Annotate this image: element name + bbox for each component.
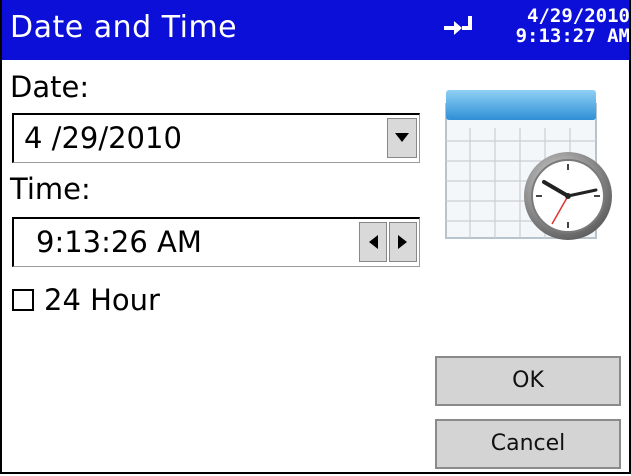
time-value: 9:13:26 AM — [36, 225, 202, 259]
time-increment-button[interactable] — [389, 222, 417, 262]
arrow-left-icon — [369, 235, 378, 249]
time-decrement-button[interactable] — [359, 222, 387, 262]
time-label: Time: — [10, 172, 91, 206]
date-time-window: Date and Time 4/29/2010 9:13:27 AM Date:… — [0, 0, 631, 474]
system-clock[interactable]: 4/29/2010 9:13:27 AM — [480, 5, 630, 47]
hour24-checkbox[interactable] — [12, 289, 34, 311]
date-label: Date: — [10, 70, 90, 104]
hour24-label: 24 Hour — [44, 283, 160, 317]
title-bar: Date and Time 4/29/2010 9:13:27 AM — [2, 0, 629, 60]
chevron-down-icon — [395, 133, 409, 142]
connection-arrow-icon[interactable] — [442, 12, 476, 42]
date-dropdown-button[interactable] — [387, 118, 417, 158]
window-title: Date and Time — [10, 10, 238, 45]
system-time: 9:13:27 AM — [515, 25, 630, 47]
calendar-clock-icon — [445, 90, 612, 240]
time-picker[interactable]: 9:13:26 AM — [12, 217, 420, 267]
system-date: 4/29/2010 — [527, 5, 630, 27]
ok-button[interactable]: OK — [435, 356, 621, 406]
date-value: 4 /29/2010 — [24, 121, 182, 155]
cancel-button[interactable]: Cancel — [435, 419, 621, 469]
date-picker[interactable]: 4 /29/2010 — [12, 113, 420, 163]
arrow-right-icon — [398, 235, 407, 249]
